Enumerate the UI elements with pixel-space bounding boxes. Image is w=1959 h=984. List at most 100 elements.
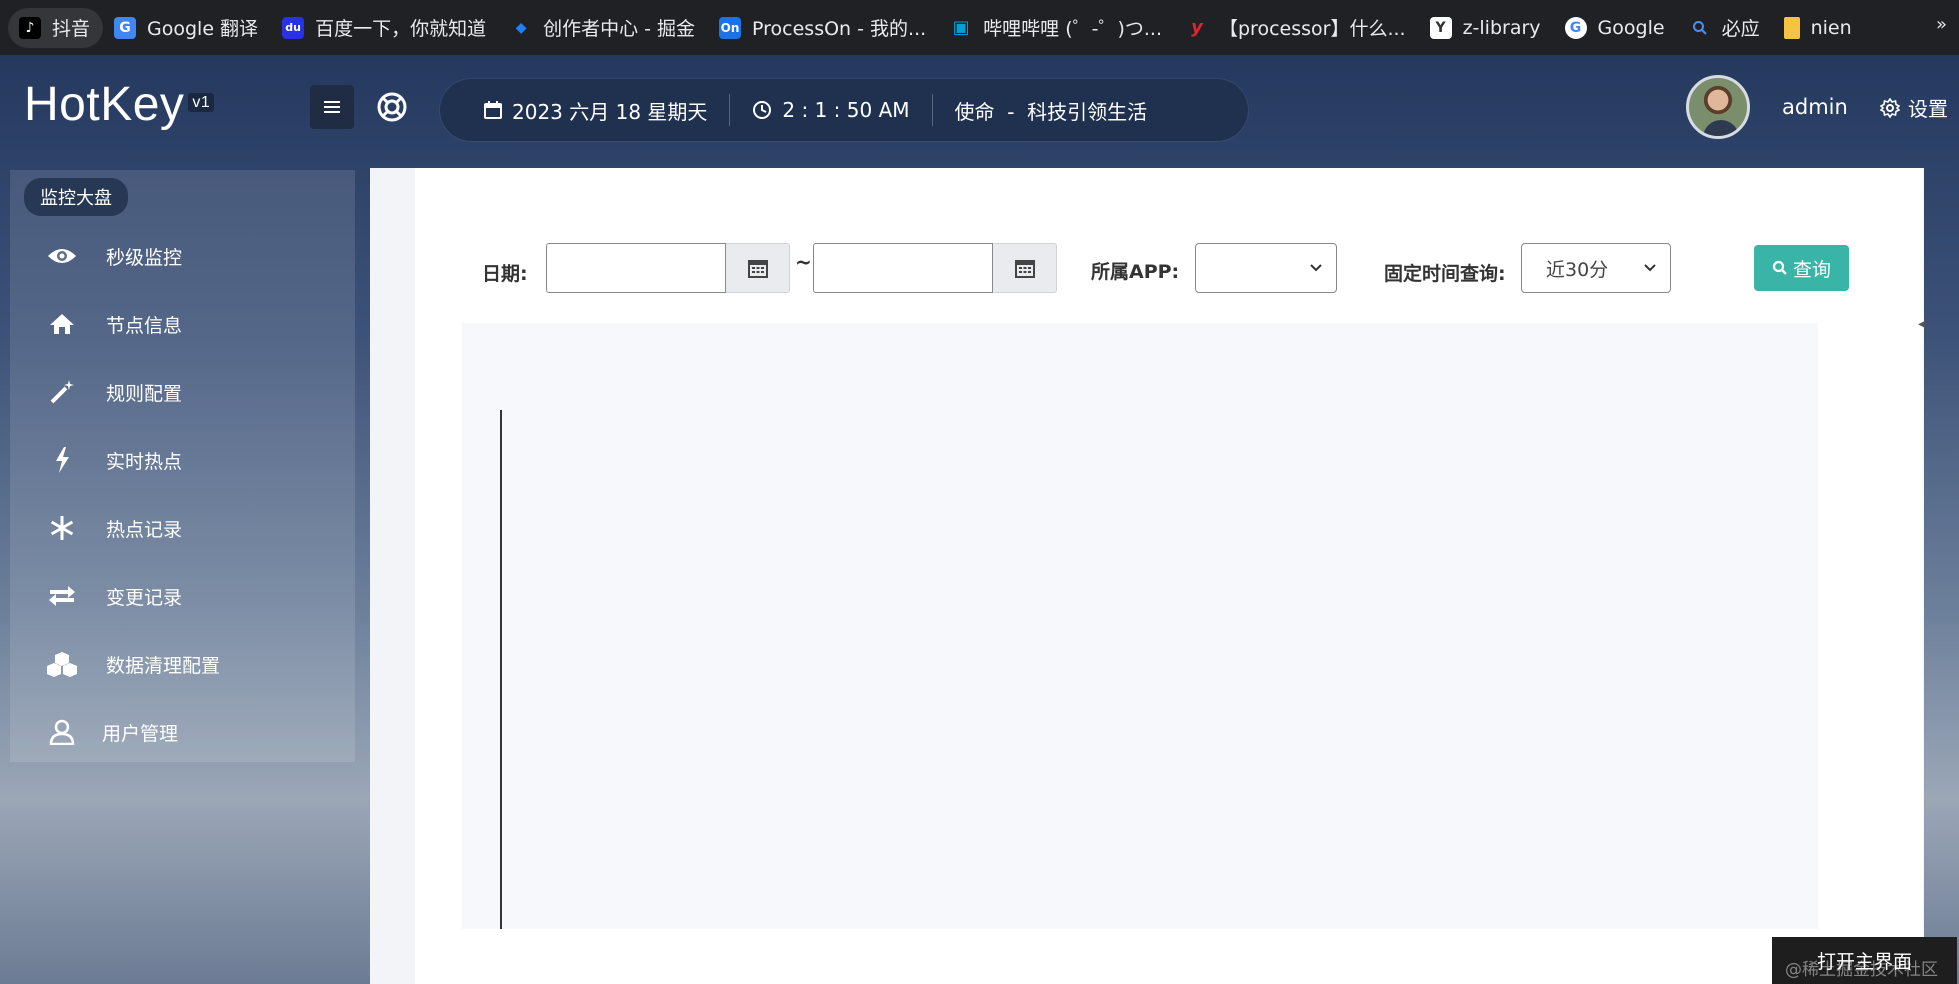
- chart-area: [462, 323, 1818, 929]
- sidebar-item-node-info[interactable]: 节点信息: [46, 304, 182, 344]
- google-translate-icon: G: [114, 16, 137, 39]
- sidebar-item-change-records[interactable]: 变更记录: [46, 576, 182, 616]
- bookmark-label: nien: [1810, 16, 1852, 39]
- sidebar-item-hotspot-records[interactable]: 热点记录: [46, 508, 182, 548]
- date-display: 2023 六月 18 星期天: [440, 94, 729, 126]
- hamburger-icon: [324, 101, 340, 113]
- sidebar-item-label: 变更记录: [106, 586, 183, 609]
- sidebar-item-label: 用户管理: [102, 722, 179, 745]
- sidebar-header[interactable]: 监控大盘: [24, 178, 128, 216]
- processon-icon: On: [719, 16, 742, 39]
- bookmark-baidu[interactable]: du 百度一下，你就知道: [271, 8, 499, 48]
- bookmark-label: 百度一下，你就知道: [315, 18, 487, 40]
- sidebar-item-realtime-hotspot[interactable]: 实时热点: [46, 440, 182, 480]
- sidebar-item-second-monitor[interactable]: 秒级监控: [46, 236, 182, 276]
- logo-text: HotKey: [24, 78, 185, 131]
- sidebar-item-label: 实时热点: [106, 450, 183, 473]
- bookmark-juejin[interactable]: ◆ 创作者中心 - 掘金: [499, 8, 708, 48]
- chevron-down-icon: [1310, 264, 1322, 272]
- magic-wand-icon: [46, 376, 78, 408]
- settings-button[interactable]: 设置: [1880, 93, 1948, 122]
- bookmark-label: 创作者中心 - 掘金: [543, 18, 696, 40]
- zlibrary-icon: Y: [1429, 16, 1452, 39]
- version-badge: v1: [188, 93, 215, 113]
- end-date-input[interactable]: [813, 243, 993, 293]
- calendar-icon: [484, 101, 502, 119]
- home-icon: [46, 308, 78, 340]
- avatar[interactable]: [1686, 75, 1750, 139]
- chevron-down-icon: [1644, 264, 1656, 272]
- bookmark-processon[interactable]: On ProcessOn - 我的...: [708, 8, 939, 48]
- current-date: 2023 六月 18 星期天: [512, 99, 708, 124]
- sidebar-item-label: 节点信息: [106, 314, 183, 337]
- bookmark-label: Google: [1597, 16, 1665, 39]
- query-button-label: 查询: [1792, 258, 1831, 281]
- sidebar-item-data-cleanup-config[interactable]: 数据清理配置: [46, 644, 220, 684]
- watermark: @稀土掘金技术社区: [1785, 960, 1938, 980]
- bookmark-bilibili[interactable]: ▣ 哔哩哔哩 (゜-゜)つ...: [939, 8, 1175, 48]
- fixed-time-label: 固定时间查询:: [1384, 263, 1506, 285]
- youdao-icon: y: [1191, 17, 1203, 38]
- start-date-input[interactable]: [546, 243, 726, 293]
- app-logo[interactable]: HotKey v1: [24, 77, 215, 132]
- eye-icon: [46, 240, 78, 272]
- sidebar-item-label: 秒级监控: [106, 246, 183, 269]
- search-icon: [1772, 260, 1787, 275]
- sidebar-item-rule-config[interactable]: 规则配置: [46, 372, 182, 412]
- app-label: 所属APP:: [1091, 261, 1180, 283]
- folder-note-icon: [1783, 16, 1800, 39]
- bookmark-label: Google 翻译: [147, 18, 259, 40]
- user-icon: [46, 716, 78, 748]
- bookmark-google[interactable]: G Google: [1554, 8, 1678, 48]
- time-display: 2 : 1 : 50 AM: [729, 94, 931, 126]
- bookmark-bing[interactable]: 必应: [1678, 8, 1773, 48]
- end-date-picker-button[interactable]: [993, 243, 1057, 293]
- calendar-icon: [747, 260, 768, 278]
- exchange-icon: [46, 580, 78, 612]
- bolt-icon: [46, 444, 78, 476]
- bookmarks-bar: ♪ 抖音 G Google 翻译 du 百度一下，你就知道 ◆ 创作者中心 - …: [0, 0, 1959, 55]
- current-time: 2 : 1 : 50 AM: [782, 98, 910, 122]
- bookmark-label: 必应: [1721, 18, 1760, 40]
- bookmark-zlibrary[interactable]: Y z-library: [1419, 8, 1554, 48]
- snowflake-icon: [46, 512, 78, 544]
- tiktok-icon: ♪: [19, 16, 41, 39]
- bookmark-nien[interactable]: nien: [1773, 8, 1865, 48]
- query-button[interactable]: 查询: [1754, 245, 1849, 291]
- app-select[interactable]: [1195, 243, 1337, 293]
- date-range-separator: ~: [795, 250, 812, 274]
- start-date-picker-button[interactable]: [726, 243, 790, 293]
- bookmark-label: 哔哩哔哩 (゜-゜)つ...: [983, 18, 1162, 40]
- sidebar-item-label: 数据清理配置: [106, 654, 221, 677]
- cubes-icon: [46, 648, 78, 680]
- gear-icon: [1880, 97, 1900, 118]
- sidebar-item-user-management[interactable]: 用户管理: [46, 712, 178, 752]
- date-label: 日期:: [482, 263, 528, 285]
- bilibili-icon: ▣: [952, 17, 970, 38]
- user-name[interactable]: admin: [1782, 95, 1848, 119]
- fixed-time-select[interactable]: 近30分: [1521, 243, 1671, 293]
- bookmark-label: 【processor】什么...: [1219, 18, 1406, 40]
- mission-text: 使命 - 科技引领生活: [954, 99, 1148, 124]
- juejin-icon: ◆: [515, 19, 527, 36]
- bookmark-label: z-library: [1462, 16, 1541, 39]
- top-header: HotKey v1 2023 六月 18 星期天 2 : 1 : 50 AM 使…: [0, 55, 1959, 168]
- baidu-icon: du: [282, 16, 305, 39]
- mission-display: 使命 - 科技引领生活: [931, 94, 1170, 126]
- sidebar-item-label: 规则配置: [106, 382, 183, 405]
- sidebar-item-label: 热点记录: [106, 518, 183, 541]
- sidebar: 监控大盘 秒级监控 节点信息 规则配置 实时热点 热点记录 变更记录 数据清理配…: [10, 170, 355, 762]
- more-bookmarks-button[interactable]: »: [1936, 14, 1947, 35]
- bing-search-icon: [1689, 17, 1711, 39]
- lifebuoy-button[interactable]: [374, 89, 410, 125]
- menu-toggle-button[interactable]: [310, 85, 354, 129]
- lifebuoy-icon: [377, 92, 407, 122]
- bookmark-label: ProcessOn - 我的...: [752, 18, 927, 40]
- google-icon: G: [1564, 16, 1587, 39]
- settings-label: 设置: [1908, 97, 1948, 121]
- bookmark-douyin[interactable]: ♪ 抖音: [8, 7, 104, 48]
- fixed-time-value: 近30分: [1546, 258, 1609, 281]
- bookmark-google-translate[interactable]: G Google 翻译: [103, 8, 271, 48]
- clock-icon: [753, 101, 772, 119]
- bookmark-processor[interactable]: y 【processor】什么...: [1175, 8, 1419, 48]
